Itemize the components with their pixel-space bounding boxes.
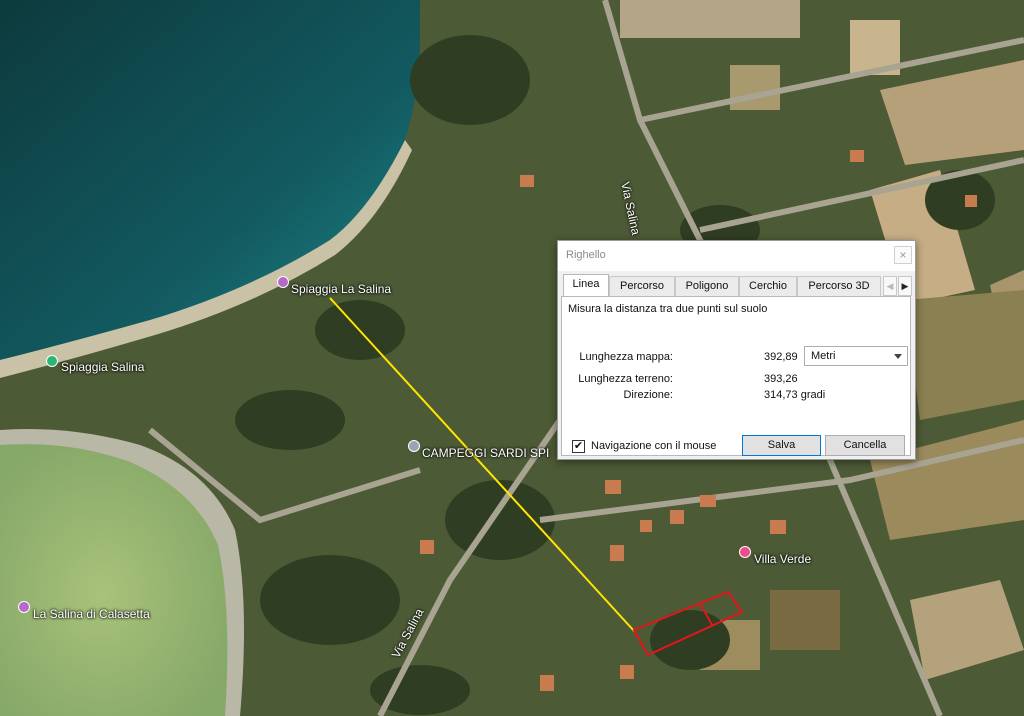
camping-pin-icon[interactable] (408, 440, 420, 452)
save-button[interactable]: Salva (742, 435, 821, 456)
mouse-nav-checkbox[interactable]: ✔ (572, 440, 585, 453)
heading-value: 314,73 gradi (764, 389, 826, 401)
place-label-campeggi-sardi[interactable]: CAMPEGGI SARDI SPI (422, 446, 549, 460)
measure-tabs: Linea Percorso Poligono Cerchio Percorso… (561, 274, 913, 296)
heading-label: Direzione: (623, 389, 673, 401)
close-icon[interactable]: × (894, 246, 912, 264)
place-label-spiaggia-salina[interactable]: Spiaggia Salina (61, 360, 144, 374)
unit-select-value: Metri (811, 350, 836, 362)
dialog-title: Righello (566, 249, 606, 261)
place-label-spiaggia-la-salina[interactable]: Spiaggia La Salina (291, 282, 391, 296)
dialog-titlebar[interactable]: Righello × (558, 241, 915, 271)
measure-description: Misura la distanza tra due punti sul suo… (568, 303, 768, 315)
mouse-nav-label[interactable]: Navigazione con il mouse (591, 440, 716, 452)
tab-linea[interactable]: Linea (563, 274, 609, 296)
beach-pin-icon[interactable] (46, 355, 58, 367)
unit-select[interactable]: Metri (804, 346, 908, 366)
lodging-pin-icon[interactable] (739, 546, 751, 558)
tab-scroll-right-icon[interactable]: ▶ (898, 276, 912, 296)
map-length-label: Lunghezza mappa: (579, 351, 673, 363)
place-pin-icon[interactable] (18, 601, 30, 613)
ruler-dialog: Righello × Linea Percorso Poligono Cerch… (557, 240, 916, 460)
map-length-value: 392,89 (764, 351, 798, 363)
chevron-down-icon (894, 354, 902, 359)
ground-length-value: 393,26 (764, 373, 798, 385)
tab-scroll-left-icon[interactable]: ◀ (883, 276, 897, 296)
cancel-button[interactable]: Cancella (825, 435, 905, 456)
tab-cerchio[interactable]: Cerchio (739, 276, 797, 296)
tab-poligono[interactable]: Poligono (675, 276, 739, 296)
beach-pin-icon[interactable] (277, 276, 289, 288)
place-label-villa-verde[interactable]: Villa Verde (754, 552, 811, 566)
place-label-la-salina-di-calasetta[interactable]: La Salina di Calasetta (33, 607, 150, 621)
linea-panel: Misura la distanza tra due punti sul suo… (561, 296, 911, 456)
ground-length-label: Lunghezza terreno: (578, 373, 673, 385)
tab-percorso-3d[interactable]: Percorso 3D (797, 276, 881, 296)
tab-percorso[interactable]: Percorso (609, 276, 675, 296)
